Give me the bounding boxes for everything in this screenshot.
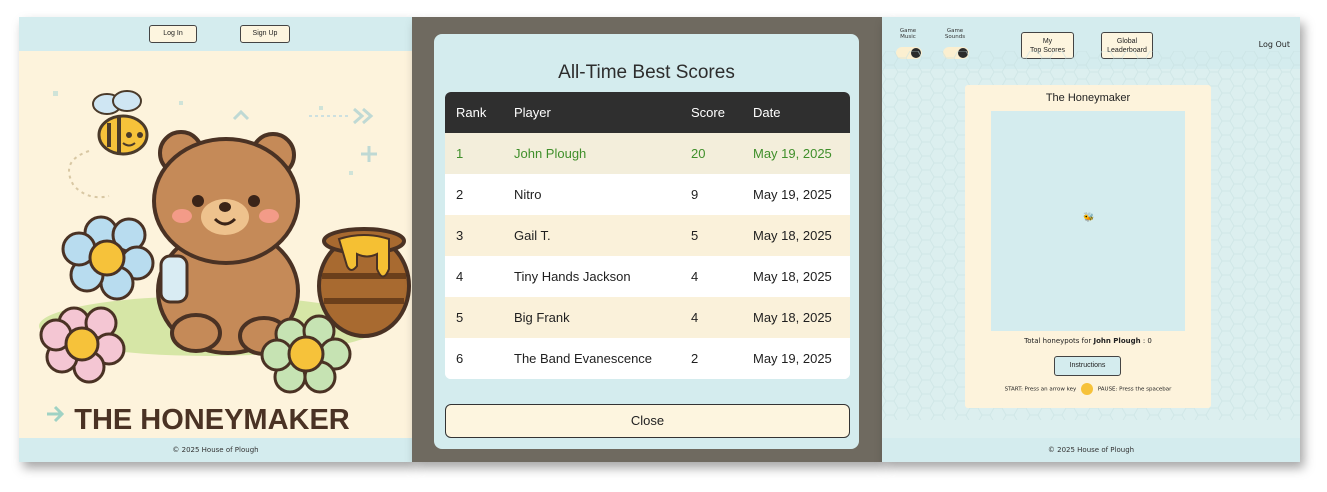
player-cell: John Plough: [514, 146, 587, 161]
game-canvas[interactable]: 🐝: [991, 111, 1185, 331]
score-cell: 4: [691, 310, 699, 325]
game-card: The Honeymaker 🐝 Total honeypots for Joh…: [965, 85, 1211, 408]
leaderboard-overlay: All-Time Best Scores Rank Player Score D…: [412, 17, 882, 462]
score-cell: 20: [691, 146, 706, 161]
date-cell: May 19, 2025: [753, 187, 832, 202]
signup-button[interactable]: Sign Up: [240, 25, 290, 43]
rank-cell: 4: [456, 269, 464, 284]
scores-table: Rank Player Score Date 1 John Plough 20 …: [445, 92, 850, 379]
date-cell: May 18, 2025: [753, 269, 832, 284]
table-row: 2 Nitro 9 May 19, 2025: [445, 174, 850, 215]
table-row: 6 The Band Evanescence 2 May 19, 2025: [445, 338, 850, 379]
login-button[interactable]: Log In: [149, 25, 197, 43]
player-cell: Big Frank: [514, 310, 570, 325]
score-cell: 4: [691, 269, 699, 284]
screenshot-stage: Log In Sign Up THE HONEYMAKER © 2025 Hou…: [0, 0, 1327, 492]
rank-cell: 1: [456, 146, 464, 161]
col-player-header: Player: [514, 105, 551, 120]
leaderboard-modal: All-Time Best Scores Rank Player Score D…: [434, 34, 859, 449]
bear-icon: [152, 130, 300, 356]
col-rank-header: Rank: [456, 105, 487, 120]
modal-title: All-Time Best Scores: [558, 62, 735, 83]
player-cell: Tiny Hands Jackson: [514, 269, 631, 284]
landing-topbar: Log In Sign Up: [19, 17, 412, 51]
score-cell: 9: [691, 187, 699, 202]
table-row: 5 Big Frank 4 May 18, 2025: [445, 297, 850, 338]
total-suffix: : 0: [1140, 337, 1152, 345]
date-cell: May 19, 2025: [753, 146, 832, 161]
landing-footer: © 2025 House of Plough: [19, 438, 412, 462]
table-header-row: Rank Player Score Date: [445, 92, 850, 133]
col-date-header: Date: [753, 105, 781, 120]
total-prefix: Total honeypots for: [1024, 337, 1094, 345]
col-score-header: Score: [691, 105, 725, 120]
sounds-toggle-label: Game Sounds: [944, 28, 966, 40]
date-cell: May 18, 2025: [753, 228, 832, 243]
logout-link[interactable]: Log Out: [1259, 40, 1290, 49]
game-footer: © 2025 House of Plough: [882, 438, 1300, 462]
rank-cell: 2: [456, 187, 464, 202]
game-panel: Game Music Game Sounds My Top Scores Glo…: [882, 17, 1300, 462]
player-name: John Plough: [1093, 337, 1141, 345]
start-hint: START: Press an arrow key: [1004, 386, 1077, 393]
instructions-button[interactable]: Instructions: [1054, 356, 1121, 376]
score-cell: 2: [691, 351, 699, 366]
player-bee-icon: 🐝: [1083, 213, 1095, 223]
flower-icon: [1081, 383, 1094, 395]
total-honeypots: Total honeypots for John Plough : 0: [965, 337, 1211, 345]
pause-hint: PAUSE: Press the spacebar: [1097, 386, 1172, 393]
rank-cell: 5: [456, 310, 464, 325]
honeymaker-illustration: THE HONEYMAKER: [19, 51, 412, 438]
table-row: 3 Gail T. 5 May 18, 2025: [445, 215, 850, 256]
honey-pot-icon: [317, 227, 411, 338]
landing-panel: Log In Sign Up THE HONEYMAKER © 2025 Hou…: [19, 17, 412, 462]
date-cell: May 19, 2025: [753, 351, 832, 366]
close-button[interactable]: Close: [445, 404, 850, 438]
table-row: 1 John Plough 20 May 19, 2025: [445, 133, 850, 174]
player-cell: The Band Evanescence: [514, 351, 653, 366]
rank-cell: 6: [456, 351, 464, 366]
score-cell: 5: [691, 228, 699, 243]
player-cell: Nitro: [514, 187, 542, 202]
controls-hint: START: Press an arrow key PAUSE: Press t…: [965, 383, 1211, 395]
date-cell: May 18, 2025: [753, 310, 832, 325]
game-logo-text: THE HONEYMAKER: [74, 404, 350, 436]
music-toggle-label: Game Music: [899, 28, 917, 40]
rank-cell: 3: [456, 228, 464, 243]
player-cell: Gail T.: [514, 228, 551, 243]
table-row: 4 Tiny Hands Jackson 4 May 18, 2025: [445, 256, 850, 297]
game-title: The Honeymaker: [1045, 92, 1131, 104]
